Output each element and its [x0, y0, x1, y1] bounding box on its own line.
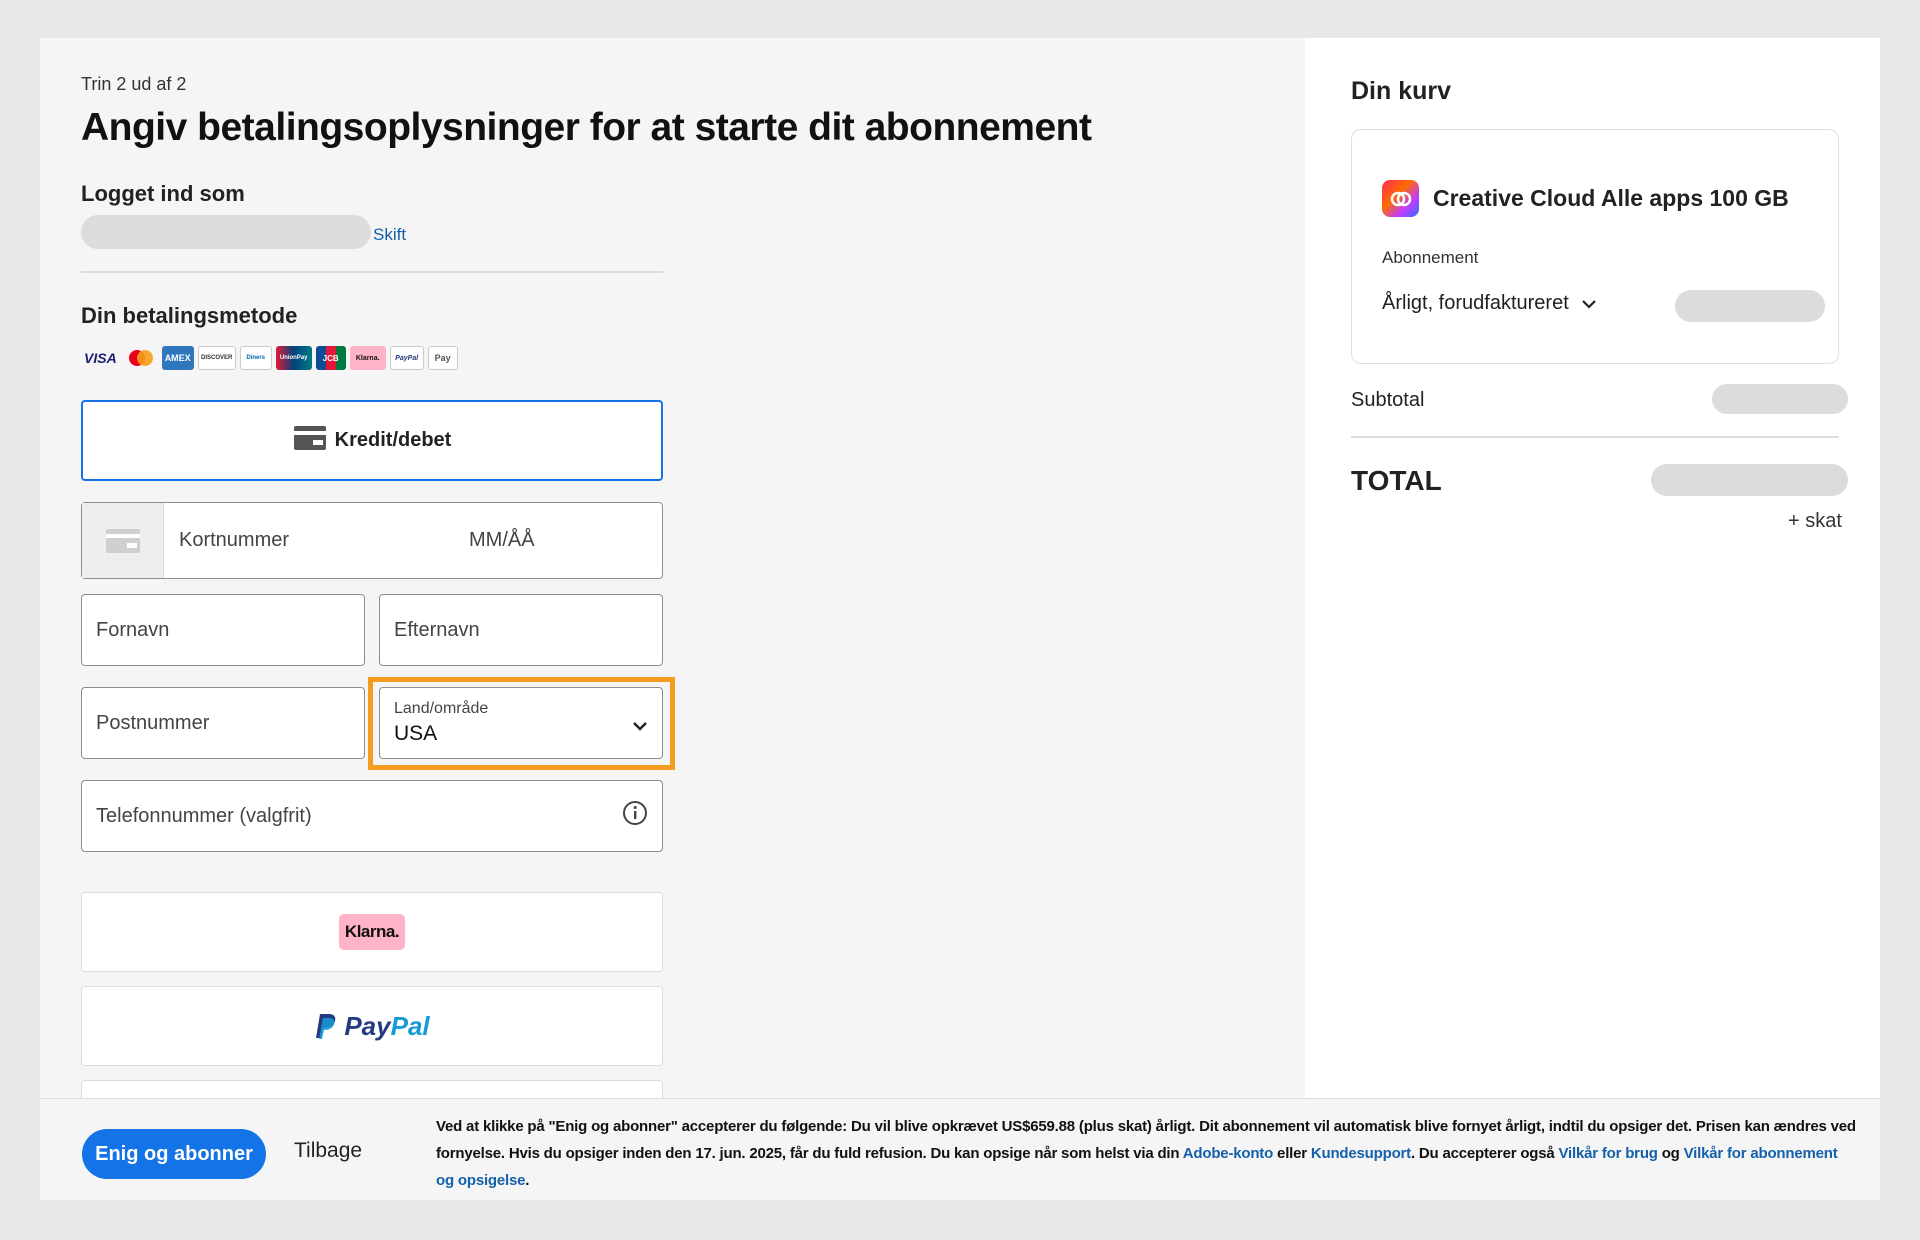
amazon-pay-logo: Pay: [427, 346, 458, 370]
jcb-logo: JCB: [315, 346, 346, 370]
subtotal-redacted: [1712, 384, 1848, 414]
total-redacted: [1651, 464, 1848, 496]
switch-account-link[interactable]: Skift: [373, 225, 406, 245]
product-name: Creative Cloud Alle apps 100 GB: [1433, 185, 1789, 211]
subtotal-label: Subtotal: [1351, 389, 1425, 411]
terms-of-use-link[interactable]: Vilkår for brug: [1559, 1145, 1658, 1162]
creative-cloud-icon: [1382, 180, 1419, 217]
paypal-button[interactable]: PayPal: [81, 986, 663, 1066]
section-divider: [81, 271, 663, 273]
credit-card-icon: [293, 425, 327, 457]
card-placeholder-icon: [82, 503, 164, 578]
klarna-button[interactable]: Klarna.: [81, 892, 663, 972]
cart-title: Din kurv: [1351, 77, 1452, 105]
checkout-footer: Enig og abonner Tilbage Ved at klikke på…: [40, 1098, 1880, 1200]
price-redacted: [1675, 290, 1825, 322]
cart-divider: [1351, 436, 1839, 438]
info-icon[interactable]: [622, 800, 648, 832]
country-select[interactable]: Land/område USA: [379, 687, 663, 759]
card-details-field[interactable]: Kortnummer MM/ÅÅ: [81, 502, 663, 579]
paypal-icon: [316, 1014, 336, 1039]
last-name-field[interactable]: Efternavn: [379, 594, 663, 666]
logged-in-label: Logget ind som: [81, 181, 245, 206]
payment-logos: VISA AMEX DISCOVER Diners UnionPay JCB K…: [81, 346, 458, 370]
legal-text-5: .: [525, 1172, 530, 1189]
chevron-down-icon: [1581, 299, 1596, 309]
paypal-wordmark: PayPal: [314, 1010, 430, 1042]
billing-option-select[interactable]: Årligt, forudfaktureret: [1382, 292, 1597, 315]
klarna-logo: Klarna.: [349, 346, 386, 370]
adobe-account-link[interactable]: Adobe-konto: [1183, 1145, 1273, 1162]
first-name-field[interactable]: Fornavn: [81, 594, 365, 666]
step-indicator: Trin 2 ud af 2: [81, 74, 187, 94]
paypal-logo: PayPal: [389, 346, 424, 370]
payment-panel: Trin 2 ud af 2 Angiv betalingsoplysninge…: [40, 38, 1305, 1098]
visa-logo: VISA: [84, 350, 117, 366]
phone-field[interactable]: Telefonnummer (valgfrit): [81, 780, 663, 852]
account-email-redacted: [81, 215, 371, 249]
unionpay-logo: UnionPay: [275, 346, 312, 370]
billing-option-value: Årligt, forudfaktureret: [1382, 292, 1569, 314]
page-title: Angiv betalingsoplysninger for at starte…: [81, 106, 1092, 149]
discover-logo: DISCOVER: [197, 346, 236, 370]
country-label: Land/område: [394, 700, 489, 717]
card-number-input[interactable]: Kortnummer: [179, 529, 469, 552]
zip-code-field[interactable]: Postnummer: [81, 687, 365, 759]
paypal-pal-text: Pal: [390, 1010, 430, 1041]
diners-logo: Diners: [239, 346, 272, 370]
more-payment-button[interactable]: [81, 1080, 663, 1098]
legal-text: Ved at klikke på "Enig og abonner" accep…: [436, 1113, 1856, 1194]
back-button[interactable]: Tilbage: [294, 1139, 362, 1163]
card-expiry-input[interactable]: MM/ÅÅ: [469, 529, 535, 552]
legal-text-2: eller: [1273, 1145, 1311, 1162]
chevron-down-icon: [632, 715, 648, 738]
credit-debit-tab[interactable]: Kredit/debet: [81, 400, 663, 481]
cart-item-card: Creative Cloud Alle apps 100 GB Abonneme…: [1351, 129, 1839, 364]
legal-text-3: . Du accepterer også: [1410, 1145, 1559, 1162]
customer-support-link[interactable]: Kundesupport: [1311, 1145, 1411, 1162]
paypal-pay-text: Pay: [344, 1010, 391, 1041]
payment-method-title: Din betalingsmetode: [81, 303, 298, 328]
amex-logo: AMEX: [161, 346, 194, 370]
phone-placeholder: Telefonnummer (valgfrit): [96, 804, 312, 827]
tax-note: + skat: [1788, 510, 1842, 532]
mastercard-logo: [124, 346, 158, 370]
credit-debit-label: Kredit/debet: [334, 429, 452, 451]
agree-subscribe-button[interactable]: Enig og abonner: [82, 1129, 266, 1179]
total-label: TOTAL: [1351, 465, 1442, 496]
country-value: USA: [394, 722, 438, 745]
subscription-label: Abonnement: [1382, 248, 1479, 267]
legal-text-4: og: [1657, 1145, 1684, 1162]
klarna-badge: Klarna.: [338, 914, 406, 950]
